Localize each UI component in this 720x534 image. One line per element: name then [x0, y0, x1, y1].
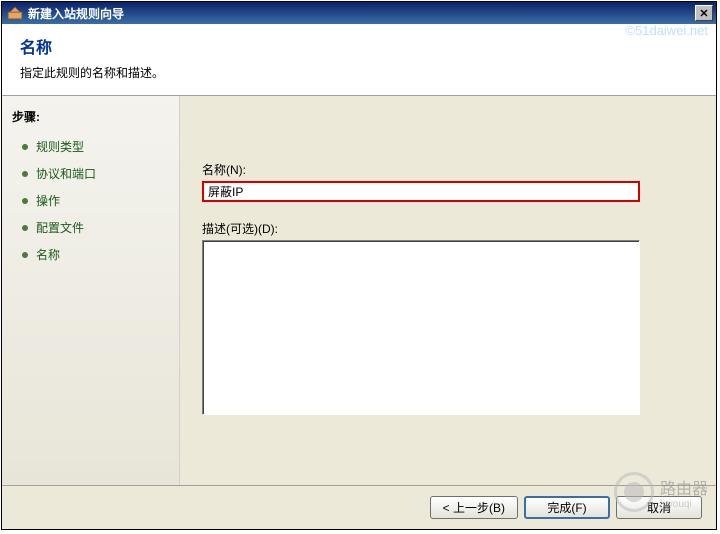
name-label: 名称(N): — [202, 161, 694, 178]
wizard-dialog: 新建入站规则向导 ✕ 名称 指定此规则的名称和描述。 步骤: 规则类型 协议和端… — [1, 1, 717, 530]
desc-textarea[interactable] — [202, 240, 640, 415]
window-title: 新建入站规则向导 — [28, 5, 695, 22]
finish-button[interactable]: 完成(F) — [524, 496, 610, 519]
bullet-icon — [22, 252, 28, 258]
name-field-row: 名称(N): — [202, 161, 694, 202]
step-label: 名称 — [36, 246, 60, 263]
content-panel: 名称(N): 描述(可选)(D): — [180, 96, 716, 485]
bullet-icon — [22, 144, 28, 150]
page-title: 名称 — [20, 34, 698, 58]
desc-label: 描述(可选)(D): — [202, 220, 694, 237]
step-label: 协议和端口 — [36, 165, 96, 182]
close-icon: ✕ — [699, 7, 708, 20]
bullet-icon — [22, 225, 28, 231]
close-button[interactable]: ✕ — [695, 5, 713, 21]
desc-field-row: 描述(可选)(D): — [202, 220, 694, 418]
step-label: 规则类型 — [36, 138, 84, 155]
bullet-icon — [22, 171, 28, 177]
steps-label: 步骤: — [2, 104, 179, 133]
step-protocol-ports[interactable]: 协议和端口 — [2, 160, 179, 187]
step-rule-type[interactable]: 规则类型 — [2, 133, 179, 160]
step-label: 操作 — [36, 192, 60, 209]
bullet-icon — [22, 198, 28, 204]
cancel-button[interactable]: 取消 — [616, 496, 702, 519]
steps-sidebar: 步骤: 规则类型 协议和端口 操作 配置文件 名称 — [2, 96, 180, 485]
wizard-body: 步骤: 规则类型 协议和端口 操作 配置文件 名称 名称(N): 描述(可选)(… — [2, 96, 716, 485]
step-name[interactable]: 名称 — [2, 241, 179, 268]
name-input[interactable] — [202, 181, 640, 202]
step-action[interactable]: 操作 — [2, 187, 179, 214]
wizard-header: 名称 指定此规则的名称和描述。 — [2, 24, 716, 96]
step-profile[interactable]: 配置文件 — [2, 214, 179, 241]
page-description: 指定此规则的名称和描述。 — [20, 64, 698, 81]
titlebar: 新建入站规则向导 ✕ — [2, 2, 716, 24]
wizard-footer: < 上一步(B) 完成(F) 取消 — [2, 485, 716, 529]
app-icon — [7, 5, 23, 21]
step-label: 配置文件 — [36, 219, 84, 236]
back-button[interactable]: < 上一步(B) — [430, 496, 518, 519]
